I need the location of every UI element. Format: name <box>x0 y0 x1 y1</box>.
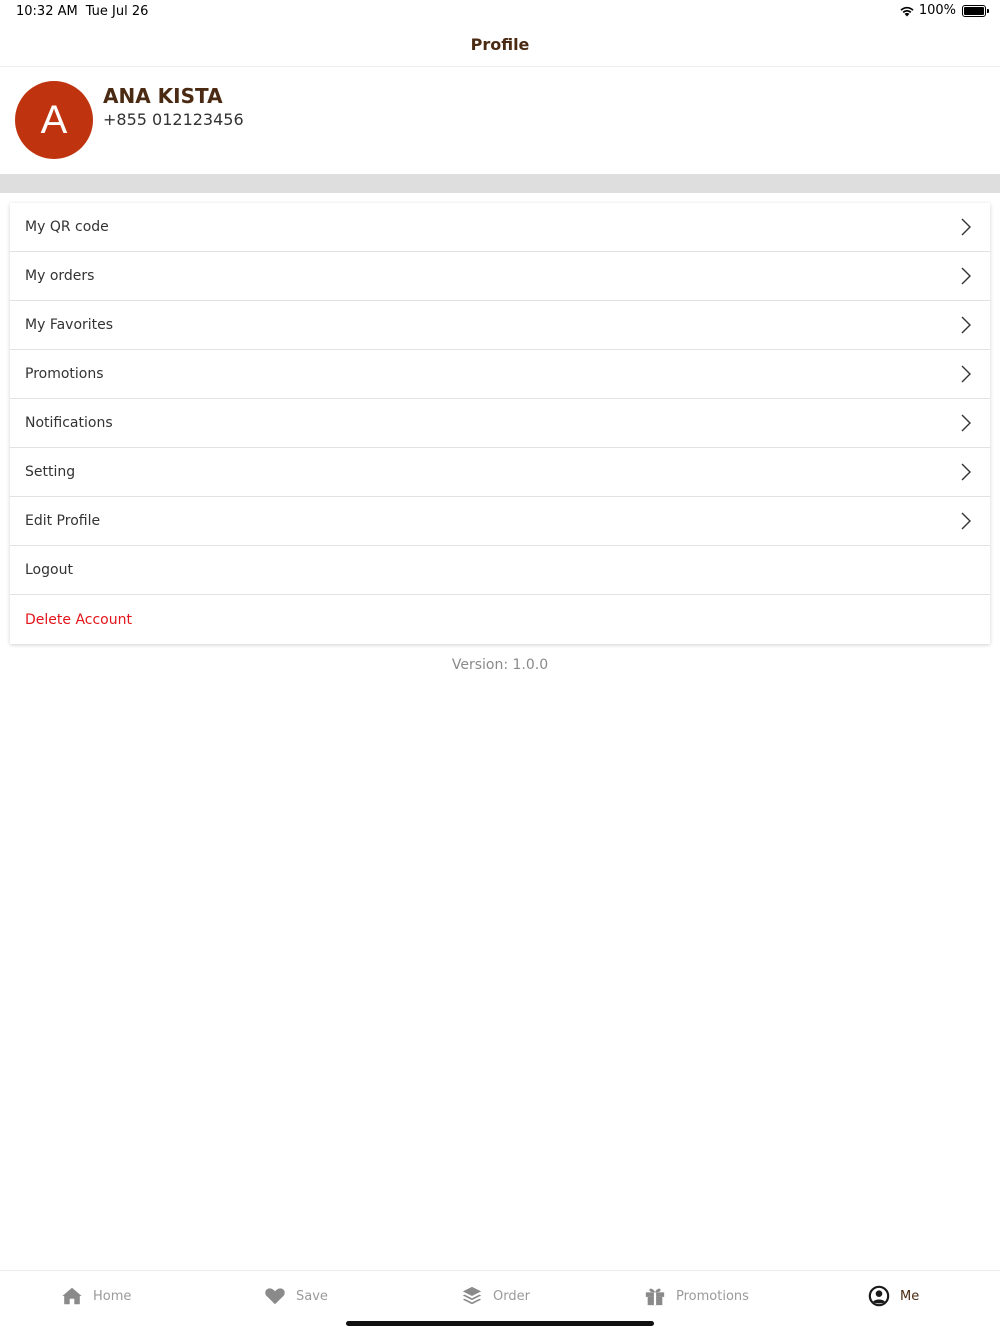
chevron-right-icon <box>961 365 971 383</box>
section-divider <box>0 174 1000 193</box>
tab-promotions[interactable]: Promotions <box>644 1285 749 1307</box>
menu-item-label: Notifications <box>25 415 113 431</box>
chevron-right-icon <box>961 463 971 481</box>
chevron-right-icon <box>961 267 971 285</box>
home-icon <box>62 1287 82 1305</box>
menu-item-favorites[interactable]: My Favorites <box>10 301 990 350</box>
user-circle-icon <box>868 1285 890 1307</box>
tab-home[interactable]: Home <box>61 1285 131 1307</box>
avatar: A <box>15 81 93 159</box>
tab-save[interactable]: Save <box>264 1285 328 1307</box>
menu-item-label: Logout <box>25 562 73 578</box>
battery-percent: 100% <box>918 3 956 18</box>
profile-summary: A ANA KISTA +855 012123456 <box>0 67 1000 174</box>
menu-item-promotions[interactable]: Promotions <box>10 350 990 399</box>
status-bar: 10:32 AM Tue Jul 26 100% <box>0 0 1000 24</box>
menu-item-notifications[interactable]: Notifications <box>10 399 990 448</box>
chevron-right-icon <box>961 316 971 334</box>
menu-item-label: Edit Profile <box>25 513 101 529</box>
menu-item-label: Delete Account <box>25 611 132 628</box>
layers-icon <box>462 1286 482 1305</box>
profile-phone: +855 012123456 <box>103 110 244 129</box>
tab-label: Me <box>900 1288 920 1304</box>
menu-item-label: My Favorites <box>25 317 114 333</box>
chevron-right-icon <box>961 218 971 236</box>
status-clock: 10:32 AM <box>16 4 78 19</box>
tab-me[interactable]: Me <box>868 1285 919 1307</box>
status-time: 10:32 AM Tue Jul 26 <box>16 4 148 19</box>
menu-item-qr-code[interactable]: My QR code <box>10 203 990 252</box>
chevron-right-icon <box>961 414 971 432</box>
home-indicator <box>346 1321 654 1326</box>
wifi-icon <box>900 6 914 16</box>
tab-order[interactable]: Order <box>461 1285 530 1307</box>
tab-label: Promotions <box>676 1288 749 1304</box>
page-title: Profile <box>470 35 530 54</box>
menu-item-setting[interactable]: Setting <box>10 448 990 497</box>
menu-item-edit-profile[interactable]: Edit Profile <box>10 497 990 546</box>
menu-item-label: My orders <box>25 268 95 284</box>
nav-header: Profile <box>0 24 1000 67</box>
tab-label: Home <box>93 1288 132 1304</box>
tab-label: Order <box>493 1288 530 1304</box>
gift-icon <box>645 1288 665 1306</box>
menu-item-orders[interactable]: My orders <box>10 252 990 301</box>
battery-icon <box>962 4 989 17</box>
version-label: Version: 1.0.0 <box>451 657 549 673</box>
profile-menu: My QR code My orders My Favorites Promot… <box>10 203 990 644</box>
profile-name: ANA KISTA <box>103 84 223 108</box>
menu-item-delete-account[interactable]: Delete Account <box>10 595 990 644</box>
menu-item-label: Setting <box>25 464 76 480</box>
menu-item-label: My QR code <box>25 219 109 235</box>
status-indicators: 100% <box>899 3 989 18</box>
menu-item-label: Promotions <box>25 366 104 382</box>
status-date: Tue Jul 26 <box>85 4 149 19</box>
heart-icon <box>265 1288 285 1305</box>
tab-label: Save <box>296 1288 328 1304</box>
chevron-right-icon <box>961 512 971 530</box>
menu-item-logout[interactable]: Logout <box>10 546 990 595</box>
